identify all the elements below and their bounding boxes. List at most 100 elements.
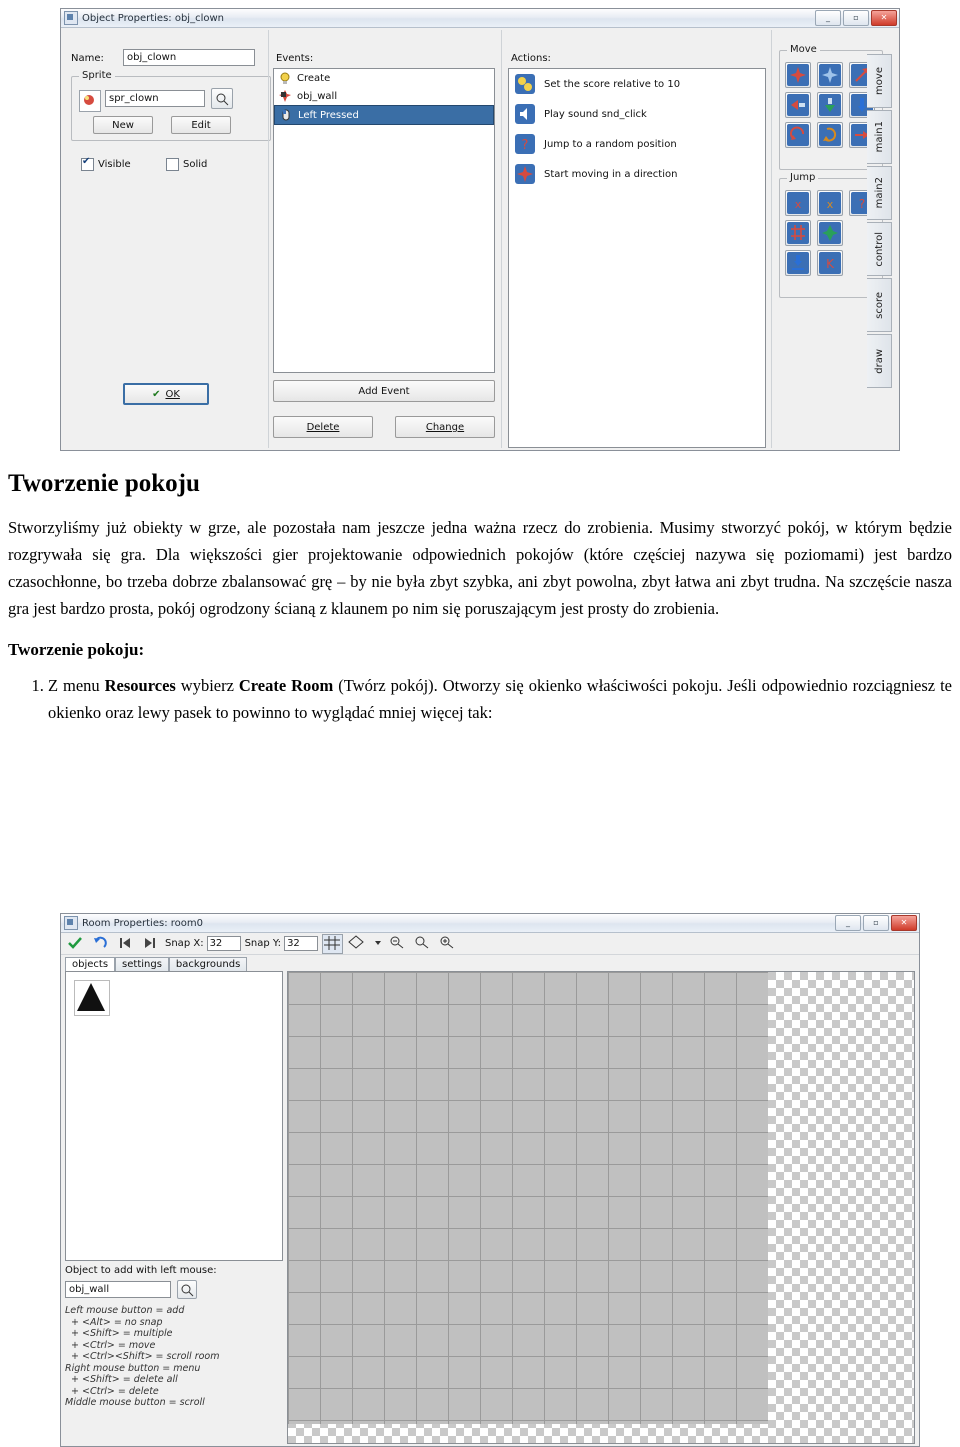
object-name-input[interactable]: obj_wall <box>65 1281 171 1298</box>
room-close-button[interactable]: ✕ <box>891 915 917 931</box>
room-maximize-button[interactable]: ▫ <box>863 915 889 931</box>
snap-y-input[interactable]: 32 <box>284 936 319 951</box>
list-item-label: Left Pressed <box>298 109 359 121</box>
zoom-out-icon[interactable] <box>388 934 409 954</box>
snap-x-input[interactable]: 32 <box>206 936 241 951</box>
object-window-body: Name: obj_clown Sprite spr_clown New Edi… <box>61 28 899 450</box>
jump-action-icon: ? <box>514 133 536 155</box>
actions-label: Actions: <box>511 53 551 64</box>
move-fixed-button[interactable] <box>785 62 811 88</box>
tab-draw[interactable]: draw <box>867 334 892 388</box>
change-button[interactable]: Change <box>395 416 495 438</box>
delete-button[interactable]: Delete <box>273 416 373 438</box>
step-bold-create-room: Create Room <box>238 676 334 695</box>
section-subheading: Tworzenie pokoju: <box>8 640 145 659</box>
list-item[interactable]: ? Jump to a random position <box>509 129 765 159</box>
speed-vertical-button[interactable] <box>817 92 843 118</box>
object-icon <box>64 11 78 25</box>
room-window-buttons: _ ▫ ✕ <box>835 915 919 931</box>
list-item[interactable]: Play sound snd_click <box>509 99 765 129</box>
steps-list: Z menu Resources wybierz Create Room (Tw… <box>8 672 952 726</box>
object-window-buttons: _ ▫ ✕ <box>815 10 899 26</box>
list-item-label: Set the score relative to 10 <box>544 78 681 90</box>
minimize-button[interactable]: _ <box>815 10 841 26</box>
room-tabs: objects settings backgrounds <box>65 957 248 971</box>
list-item[interactable]: obj_wall <box>274 87 494 105</box>
first-icon[interactable] <box>115 934 136 954</box>
snap-x-control[interactable]: Snap X: 32 <box>165 936 241 951</box>
jump-group-legend: Jump <box>787 172 819 183</box>
list-item-label: Play sound snd_click <box>544 108 647 120</box>
bounce-button[interactable]: K <box>817 250 843 276</box>
close-button[interactable]: ✕ <box>871 10 897 26</box>
step-text-mid: wybierz <box>175 676 239 695</box>
reverse-horizontal-button[interactable] <box>785 122 811 148</box>
isometric-icon[interactable] <box>347 934 368 954</box>
tab-backgrounds[interactable]: backgrounds <box>168 957 248 971</box>
tab-control[interactable]: control <box>867 222 892 276</box>
tab-objects[interactable]: objects <box>65 957 116 971</box>
tab-main2-label: main2 <box>873 177 885 209</box>
maximize-button[interactable]: ▫ <box>843 10 869 26</box>
move-free-button[interactable] <box>817 62 843 88</box>
room-grid[interactable] <box>288 972 768 1424</box>
score-action-icon <box>514 73 536 95</box>
move-to-contact-button[interactable] <box>785 250 811 276</box>
align-grid-button[interactable] <box>785 220 811 246</box>
tab-move[interactable]: move <box>867 54 892 108</box>
list-item-label: Jump to a random position <box>544 138 677 150</box>
snap-x-label: Snap X: <box>165 938 204 949</box>
svg-text:x: x <box>827 198 834 211</box>
snap-y-control[interactable]: Snap Y: 32 <box>245 936 319 951</box>
room-window-title: Room Properties: room0 <box>82 917 203 929</box>
wrap-screen-button[interactable] <box>817 220 843 246</box>
tab-main1[interactable]: main1 <box>867 110 892 164</box>
object-window-titlebar: Object Properties: obj_clown _ ▫ ✕ <box>61 9 899 28</box>
sound-action-icon <box>514 103 536 125</box>
room-icon <box>64 916 78 930</box>
room-left-pane[interactable] <box>65 971 283 1261</box>
list-item[interactable]: Create <box>274 69 494 87</box>
list-item[interactable]: Set the score relative to 10 <box>509 69 765 99</box>
tab-main1-label: main1 <box>873 121 885 153</box>
jump-start-button[interactable]: x <box>817 190 843 216</box>
jump-position-button[interactable]: x <box>785 190 811 216</box>
add-event-button[interactable]: Add Event <box>273 380 495 402</box>
collision-event-icon <box>278 89 292 103</box>
zoom-in-icon[interactable] <box>438 934 459 954</box>
check-icon[interactable] <box>65 934 86 954</box>
speed-horizontal-button[interactable] <box>785 92 811 118</box>
chevron-down-icon[interactable] <box>372 934 384 954</box>
room-properties-window: Room Properties: room0 _ ▫ ✕ Snap X: 32 … <box>60 913 920 1447</box>
undo-icon[interactable] <box>90 934 111 954</box>
list-item[interactable]: Start moving in a direction <box>509 159 765 189</box>
list-item-label: Create <box>297 72 331 84</box>
move-action-icon <box>514 163 536 185</box>
page-root: Object Properties: obj_clown _ ▫ ✕ Name:… <box>0 0 960 1447</box>
next-icon[interactable] <box>140 934 161 954</box>
action-tab-column: move main1 main2 control score draw <box>867 54 892 388</box>
tab-settings[interactable]: settings <box>115 957 169 971</box>
tab-main2[interactable]: main2 <box>867 166 892 220</box>
actions-list[interactable]: Set the score relative to 10 Play sound … <box>508 68 766 448</box>
step-text-pre: Z menu <box>48 676 105 695</box>
room-window-body: Snap X: 32 Snap Y: 32 objects settings b… <box>61 933 919 1446</box>
room-minimize-button[interactable]: _ <box>835 915 861 931</box>
svg-text:?: ? <box>522 138 529 153</box>
list-item-selected[interactable]: Left Pressed <box>274 105 494 125</box>
change-button-label: Change <box>425 421 465 433</box>
tab-control-label: control <box>873 231 885 267</box>
room-canvas[interactable] <box>287 971 915 1444</box>
magnifier-icon <box>181 1284 194 1297</box>
events-label: Events: <box>276 53 314 64</box>
room-toolbar: Snap X: 32 Snap Y: 32 <box>61 933 919 955</box>
zoom-reset-icon[interactable] <box>413 934 434 954</box>
object-menu-button[interactable] <box>177 1280 197 1299</box>
tab-draw-label: draw <box>873 348 885 374</box>
reverse-vertical-button[interactable] <box>817 122 843 148</box>
mouse-help-text: Left mouse button = add + <Alt> = no sna… <box>65 1305 220 1408</box>
tab-score[interactable]: score <box>867 278 892 332</box>
grid-icon[interactable] <box>322 933 344 954</box>
events-list[interactable]: Create obj_wall Left Pressed <box>273 68 495 373</box>
move-group-legend: Move <box>787 44 820 55</box>
